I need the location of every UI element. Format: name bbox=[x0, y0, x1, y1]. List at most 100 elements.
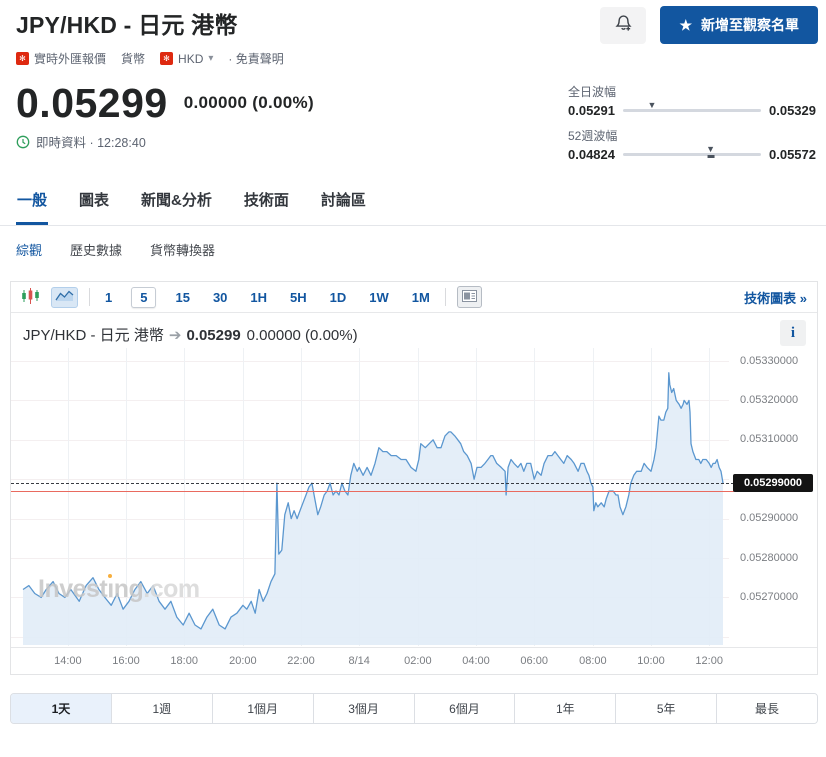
daily-range-low: 0.05291 bbox=[568, 103, 615, 118]
area-chart-icon bbox=[55, 289, 74, 305]
subtab-貨幣轉換器[interactable]: 貨幣轉換器 bbox=[150, 240, 215, 259]
chart-legend: JPY/HKD - 日元 港幣 ➔0.05299 0.00000 (0.00%) i bbox=[11, 313, 817, 348]
x-axis-label: 16:00 bbox=[104, 655, 148, 667]
current-price-line bbox=[11, 483, 734, 484]
ranges-block: 全日波幅 0.05291 ▼ 0.05329 52週波幅 0.04824 ▼ 0… bbox=[568, 83, 816, 162]
area-chart-button[interactable] bbox=[51, 287, 78, 308]
tab-圖表[interactable]: 圖表 bbox=[78, 189, 110, 225]
timeframe-最長[interactable]: 最長 bbox=[716, 694, 817, 723]
chart-info-button[interactable]: i bbox=[780, 320, 806, 346]
interval-1[interactable]: 1 bbox=[101, 287, 116, 308]
tab-新聞&分析[interactable]: 新聞&分析 bbox=[140, 189, 213, 225]
disclaimer-link[interactable]: · 免責聲明 bbox=[228, 50, 283, 67]
x-axis-label: 08:00 bbox=[571, 655, 615, 667]
arrow-right-icon: ➔ bbox=[169, 327, 182, 344]
chart-toolbar: 15 15 30 1H 5H 1D 1W 1M 技術圖表 » bbox=[11, 282, 817, 313]
week52-range-marker: ▼ bbox=[706, 145, 715, 158]
legend-change: 0.00000 (0.00%) bbox=[247, 327, 358, 344]
x-axis-label: 04:00 bbox=[454, 655, 498, 667]
tab-一般[interactable]: 一般 bbox=[16, 189, 48, 225]
timeframe-1個月[interactable]: 1個月 bbox=[212, 694, 313, 723]
daily-range-bar: ▼ bbox=[623, 109, 761, 112]
y-axis-label: 0.05280000 bbox=[740, 552, 798, 564]
page-title: JPY/HKD - 日元 港幣 bbox=[16, 6, 238, 40]
star-icon: ★ bbox=[679, 18, 692, 32]
tab-技術面[interactable]: 技術面 bbox=[243, 189, 290, 225]
week52-range-low: 0.04824 bbox=[568, 147, 615, 162]
week52-range: 52週波幅 0.04824 ▼ 0.05572 bbox=[568, 127, 816, 162]
y-axis-label: 0.05330000 bbox=[740, 355, 798, 367]
week52-range-high: 0.05572 bbox=[769, 147, 816, 162]
toolbar-divider bbox=[445, 288, 446, 306]
clock-icon bbox=[16, 135, 30, 149]
timeframe-1天[interactable]: 1天 bbox=[11, 694, 111, 723]
candlestick-chart-button[interactable] bbox=[21, 287, 40, 308]
interval-5H[interactable]: 5H bbox=[286, 287, 311, 308]
timeframe-1年[interactable]: 1年 bbox=[514, 694, 615, 723]
y-axis-label: 0.05310000 bbox=[740, 433, 798, 445]
x-axis-label: 06:00 bbox=[512, 655, 556, 667]
chart-plot-area[interactable]: Investıng.com 0.05299000 0.05330000 0.053… bbox=[11, 348, 817, 647]
sub-tabs: 綜觀 歷史數據 貨幣轉換器 bbox=[0, 226, 826, 272]
timeframe-6個月[interactable]: 6個月 bbox=[414, 694, 515, 723]
candlestick-chart-icon bbox=[21, 287, 40, 308]
y-axis-label: 0.05290000 bbox=[740, 512, 798, 524]
y-axis-label: 0.05320000 bbox=[740, 394, 798, 406]
breadcrumb: ✻ 實時外匯報價 貨幣 ✻ HKD ▾ · 免責聲明 bbox=[0, 44, 826, 67]
price-block: 0.05299 0.00000 (0.00%) 即時資料 · 12:28:40 bbox=[16, 81, 314, 162]
timeframe-buttons: 1天1週1個月3個月6個月1年5年最長 bbox=[10, 693, 818, 724]
subtab-綜觀[interactable]: 綜觀 bbox=[16, 240, 42, 259]
interval-1W[interactable]: 1W bbox=[365, 287, 393, 308]
status-line: 即時資料 · 12:28:40 bbox=[16, 132, 314, 151]
timeframe-1週[interactable]: 1週 bbox=[111, 694, 212, 723]
x-axis-label: 20:00 bbox=[221, 655, 265, 667]
chart-news-button[interactable] bbox=[457, 286, 482, 308]
interval-1M[interactable]: 1M bbox=[408, 287, 434, 308]
hk-flag-icon: ✻ bbox=[160, 52, 173, 65]
news-panel-icon bbox=[462, 290, 477, 305]
daily-range-marker: ▼ bbox=[648, 101, 657, 110]
x-axis-label: 18:00 bbox=[162, 655, 206, 667]
week52-range-bar: ▼ bbox=[623, 153, 761, 156]
quote-section: 0.05299 0.00000 (0.00%) 即時資料 · 12:28:40 … bbox=[0, 67, 826, 162]
chevron-down-icon: ▾ bbox=[208, 53, 213, 64]
breadcrumb-realtime[interactable]: ✻ 實時外匯報價 bbox=[16, 50, 106, 67]
technical-chart-link[interactable]: 技術圖表 » bbox=[744, 288, 807, 307]
current-price-badge: 0.05299000 bbox=[733, 474, 813, 492]
daily-range-high: 0.05329 bbox=[769, 103, 816, 118]
x-axis-label: 14:00 bbox=[46, 655, 90, 667]
price-change: 0.00000 (0.00%) bbox=[184, 93, 314, 113]
add-to-watchlist-button[interactable]: ★ 新增至觀察名單 bbox=[660, 6, 818, 44]
interval-15[interactable]: 15 bbox=[171, 287, 193, 308]
create-alert-button[interactable] bbox=[600, 7, 646, 44]
x-axis-label: 8/14 bbox=[337, 655, 381, 667]
x-axis-label: 02:00 bbox=[396, 655, 440, 667]
interval-1D[interactable]: 1D bbox=[326, 287, 351, 308]
interval-5[interactable]: 5 bbox=[131, 287, 156, 308]
main-tabs: 一般圖表新聞&分析技術面討論區 bbox=[0, 189, 826, 226]
x-axis-label: 22:00 bbox=[279, 655, 323, 667]
timeframe-5年[interactable]: 5年 bbox=[615, 694, 716, 723]
bell-plus-icon bbox=[614, 14, 633, 36]
subtab-歷史數據[interactable]: 歷史數據 bbox=[70, 240, 122, 259]
tab-討論區[interactable]: 討論區 bbox=[320, 189, 367, 225]
watchlist-button-label: 新增至觀察名單 bbox=[701, 15, 799, 35]
breadcrumb-currency[interactable]: 貨幣 bbox=[121, 50, 145, 67]
legend-price: 0.05299 bbox=[186, 327, 240, 344]
toolbar-divider bbox=[89, 288, 90, 306]
legend-pair-name: JPY/HKD - 日元 港幣 bbox=[23, 327, 164, 344]
interval-buttons: 15 15 30 1H 5H 1D 1W 1M bbox=[101, 287, 434, 308]
y-axis-label: 0.05270000 bbox=[740, 591, 798, 603]
header-actions: ★ 新增至觀察名單 bbox=[600, 6, 818, 44]
interval-30[interactable]: 30 bbox=[209, 287, 231, 308]
timeframe-3個月[interactable]: 3個月 bbox=[313, 694, 414, 723]
investing-watermark: Investıng.com bbox=[38, 575, 200, 604]
interval-1H[interactable]: 1H bbox=[246, 287, 271, 308]
x-axis-label: 10:00 bbox=[629, 655, 673, 667]
realtime-timestamp: 即時資料 · 12:28:40 bbox=[36, 132, 146, 151]
currency-selector-hkd[interactable]: ✻ HKD ▾ bbox=[160, 52, 213, 66]
last-price: 0.05299 bbox=[16, 81, 168, 125]
x-axis-label: 12:00 bbox=[687, 655, 731, 667]
page-header: JPY/HKD - 日元 港幣 ★ 新增至觀察名單 bbox=[0, 0, 826, 44]
prev-close-line bbox=[11, 491, 734, 492]
